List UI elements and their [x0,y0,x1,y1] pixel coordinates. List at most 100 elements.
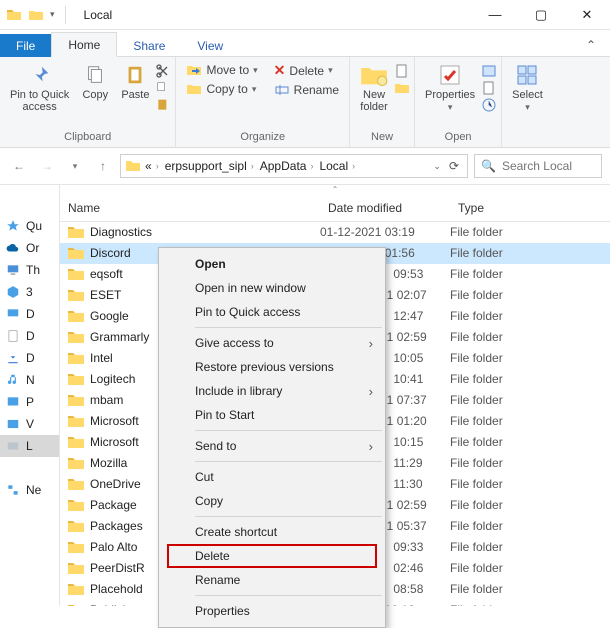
group-label-clipboard: Clipboard [64,129,111,145]
search-box[interactable]: 🔍 [474,154,602,178]
refresh-icon[interactable]: ⟳ [445,159,463,173]
sidebar-item[interactable]: L [0,435,59,457]
copy-path-icon[interactable] [155,80,171,96]
folder-icon [68,309,84,323]
folder-icon [68,477,84,491]
file-type: File folder [450,225,610,239]
group-label-select [526,129,529,145]
select-button[interactable]: Select ▾ [506,61,549,115]
sidebar-item[interactable]: Or [0,237,59,259]
history-icon[interactable] [481,97,497,113]
tab-view[interactable]: View [181,34,239,57]
sidebar-label: Th [26,263,40,277]
net-icon [6,483,20,497]
ribbon-collapse-icon[interactable]: ⌃ [580,34,602,56]
sidebar-item[interactable]: D [0,347,59,369]
edit-icon[interactable] [481,80,497,96]
sidebar-item[interactable]: D [0,303,59,325]
ctx-restore[interactable]: Restore previous versions [161,355,383,379]
folder-icon [68,246,84,260]
nav-pane[interactable]: QuOrTh3DDDNPVLNe [0,185,60,606]
sidebar-item[interactable]: Th [0,259,59,281]
breadcrumb-item[interactable]: Local› [319,159,357,173]
copy-to-button[interactable]: Copy to▾ [180,80,263,98]
column-date[interactable]: Date modified [320,195,450,221]
file-type: File folder [450,309,610,323]
ctx-cut[interactable]: Cut [161,465,383,489]
cut-icon[interactable] [155,63,171,79]
ctx-copy[interactable]: Copy [161,489,383,513]
tab-file[interactable]: File [0,34,51,57]
breadcrumb-item[interactable]: erpsupport_sipl› [165,159,256,173]
sidebar-item[interactable]: D [0,325,59,347]
breadcrumb-overflow[interactable]: «› [145,159,161,173]
sidebar-item[interactable]: P [0,391,59,413]
table-row[interactable]: Diagnostics01-12-2021 03:19File folder [60,222,610,243]
search-input[interactable] [502,159,595,173]
ctx-open-new[interactable]: Open in new window [161,276,383,300]
ctx-open[interactable]: Open [161,252,383,276]
file-type: File folder [450,582,610,596]
column-headers[interactable]: Name Date modified Type [60,195,610,222]
ctx-shortcut[interactable]: Create shortcut [161,520,383,544]
maximize-button[interactable]: ▢ [518,0,564,30]
properties-button[interactable]: Properties ▾ [419,61,481,115]
ctx-include-lib[interactable]: Include in library [161,379,383,403]
sidebar-item[interactable]: N [0,369,59,391]
folder-icon [68,435,84,449]
back-button[interactable]: ← [8,155,30,177]
new-item-icon[interactable] [394,63,410,79]
tab-home[interactable]: Home [51,32,117,57]
new-folder-button[interactable]: New folder [354,61,394,115]
ctx-properties[interactable]: Properties [161,599,383,623]
file-name: Google [90,309,129,323]
ctx-pin-qa[interactable]: Pin to Quick access [161,300,383,324]
paste-button[interactable]: Paste [115,61,155,103]
file-name: Intel [90,351,113,365]
ctx-send-to[interactable]: Send to [161,434,383,458]
dropdown-icon[interactable]: ▾ [50,9,55,20]
column-type[interactable]: Type [450,195,610,221]
breadcrumb[interactable]: «› erpsupport_sipl› AppData› Local› ⌄ ⟳ [120,154,468,178]
ctx-rename[interactable]: Rename [161,568,383,592]
folder-icon [68,372,84,386]
tab-share[interactable]: Share [117,34,181,57]
file-type: File folder [450,246,610,260]
ctx-delete[interactable]: Delete [167,544,377,568]
file-type: File folder [450,330,610,344]
up-button[interactable]: ↑ [92,155,114,177]
ctx-give-access[interactable]: Give access to [161,331,383,355]
sidebar-item[interactable] [0,457,59,479]
ctx-pin-start[interactable]: Pin to Start [161,403,383,427]
open-icon[interactable] [481,63,497,79]
recent-button[interactable]: ▾ [64,155,86,177]
close-button[interactable]: ✕ [564,0,610,30]
delete-button[interactable]: ✕Delete▾ [268,61,345,80]
dropdown-icon[interactable]: ⌄ [433,161,441,172]
star-icon [6,219,20,233]
minimize-button[interactable]: — [472,0,518,30]
column-name[interactable]: Name [60,195,320,221]
group-clipboard: Pin to Quick access Copy Paste Clipboard [0,57,176,147]
folder-icon [68,351,84,365]
file-name: ESET [90,288,121,302]
file-name: eqsoft [90,267,123,281]
rename-button[interactable]: Rename [268,81,345,99]
file-name: Mozilla [90,456,127,470]
pin-quick-access-button[interactable]: Pin to Quick access [4,61,75,115]
sidebar-item[interactable]: 3 [0,281,59,303]
breadcrumb-item[interactable]: AppData› [260,159,316,173]
easy-access-icon[interactable] [394,80,410,96]
delete-icon: ✕ [274,62,286,79]
sidebar-label: Ne [26,483,41,497]
sidebar-label: L [26,439,33,453]
file-name: Packages [90,519,143,533]
sidebar-item[interactable]: Ne [0,479,59,501]
forward-button[interactable]: → [36,155,58,177]
sidebar-item[interactable]: Qu [0,215,59,237]
copy-button[interactable]: Copy [75,61,115,103]
video-icon [6,417,20,431]
move-to-button[interactable]: Move to▾ [180,61,263,79]
paste-shortcut-icon[interactable] [155,97,171,113]
sidebar-item[interactable]: V [0,413,59,435]
